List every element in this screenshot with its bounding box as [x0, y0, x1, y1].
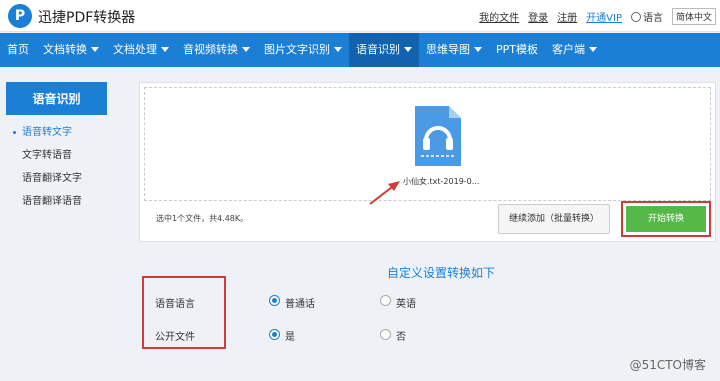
radio-english[interactable]	[380, 295, 391, 306]
sidebar-item-text-to-speech[interactable]: 文字转语音	[6, 144, 107, 167]
nav-label: 音视频转换	[183, 43, 238, 56]
start-convert-button[interactable]: 开始转换	[626, 206, 706, 232]
login-link[interactable]: 登录	[528, 9, 548, 24]
option-mandarin-label: 普通话	[285, 299, 315, 310]
watermark: @51CTO博客	[629, 358, 706, 372]
option-no-label: 否	[396, 332, 406, 343]
settings-title: 自定义设置转换如下	[387, 266, 496, 280]
conversion-settings: 自定义设置转换如下 语音语言 普通话 英语 公开文件 是 否	[139, 254, 716, 354]
language-switch[interactable]: 语言	[630, 9, 663, 24]
sidebar-title: 语音识别	[6, 82, 107, 115]
chevron-down-icon	[242, 47, 250, 52]
sidebar-item-speech-translate-speech[interactable]: 语音翻译语音	[6, 190, 107, 213]
vip-link[interactable]: 开通VIP	[586, 9, 622, 24]
nav-item-home[interactable]: 首页	[0, 33, 36, 67]
chevron-down-icon	[91, 47, 99, 52]
radio-public-yes[interactable]	[269, 329, 280, 340]
headphones-file-icon[interactable]	[413, 104, 463, 168]
nav-item-doc-process[interactable]: 文档处理	[106, 33, 176, 67]
nav-label: 客户端	[552, 43, 585, 56]
nav-item-ppt[interactable]: PPT模板	[489, 33, 545, 67]
language-label: 语言	[642, 13, 663, 24]
add-more-button[interactable]: 继续添加（批量转换）	[498, 204, 610, 234]
nav-item-doc-convert[interactable]: 文档转换	[36, 33, 106, 67]
globe-icon	[630, 12, 641, 22]
nav-label: 图片文字识别	[264, 43, 330, 56]
language-select[interactable]: 简体中文	[671, 8, 716, 25]
nav-item-av-convert[interactable]: 音视频转换	[176, 33, 257, 67]
nav-label: 思维导图	[426, 43, 470, 56]
chevron-down-icon	[589, 47, 597, 52]
top-bar: P 迅捷PDF转换器 我的文件 登录 注册 开通VIP 语言 简体中文	[0, 0, 720, 32]
radio-public-no[interactable]	[380, 329, 391, 340]
app-logo: P	[8, 4, 32, 28]
upload-panel: 小仙女.txt-2019-0... 选中1个文件，共4.48K。 继续添加（批量…	[139, 82, 716, 242]
my-files-link[interactable]: 我的文件	[479, 9, 519, 24]
selection-status: 选中1个文件，共4.48K。	[156, 214, 249, 223]
register-link[interactable]: 注册	[557, 9, 577, 24]
nav-label: PPT模板	[496, 43, 538, 56]
language-row-label: 语音语言	[155, 299, 195, 310]
nav-label: 文档转换	[43, 43, 87, 56]
main-nav: 首页 文档转换 文档处理 音视频转换 图片文字识别 语音识别 思维导图 PPT模…	[0, 33, 720, 67]
chevron-down-icon	[474, 47, 482, 52]
chevron-down-icon	[334, 47, 342, 52]
top-links: 我的文件 登录 注册 开通VIP 语言 简体中文	[479, 8, 716, 25]
sidebar: 语音识别 语音转文字 文字转语音 语音翻译文字 语音翻译语音	[6, 82, 107, 213]
option-english-label: 英语	[396, 299, 416, 310]
nav-item-client[interactable]: 客户端	[545, 33, 604, 67]
start-button-highlight: 开始转换	[621, 201, 711, 237]
file-drop-zone[interactable]: 小仙女.txt-2019-0...	[144, 87, 711, 201]
chevron-down-icon	[404, 47, 412, 52]
sidebar-item-speech-translate-text[interactable]: 语音翻译文字	[6, 167, 107, 190]
file-name: 小仙女.txt-2019-0...	[403, 177, 480, 186]
sidebar-list: 语音转文字 文字转语音 语音翻译文字 语音翻译语音	[6, 115, 107, 213]
option-yes-label: 是	[285, 332, 295, 343]
nav-label: 语音识别	[356, 43, 400, 56]
nav-item-mindmap[interactable]: 思维导图	[419, 33, 489, 67]
nav-item-speech[interactable]: 语音识别	[349, 33, 419, 67]
nav-label: 首页	[7, 43, 29, 56]
public-row-label: 公开文件	[155, 332, 195, 343]
brand-name: 迅捷PDF转换器	[38, 10, 136, 26]
chevron-down-icon	[161, 47, 169, 52]
radio-mandarin[interactable]	[269, 295, 280, 306]
nav-label: 文档处理	[113, 43, 157, 56]
sidebar-item-speech-to-text[interactable]: 语音转文字	[6, 121, 107, 144]
nav-item-ocr[interactable]: 图片文字识别	[257, 33, 349, 67]
